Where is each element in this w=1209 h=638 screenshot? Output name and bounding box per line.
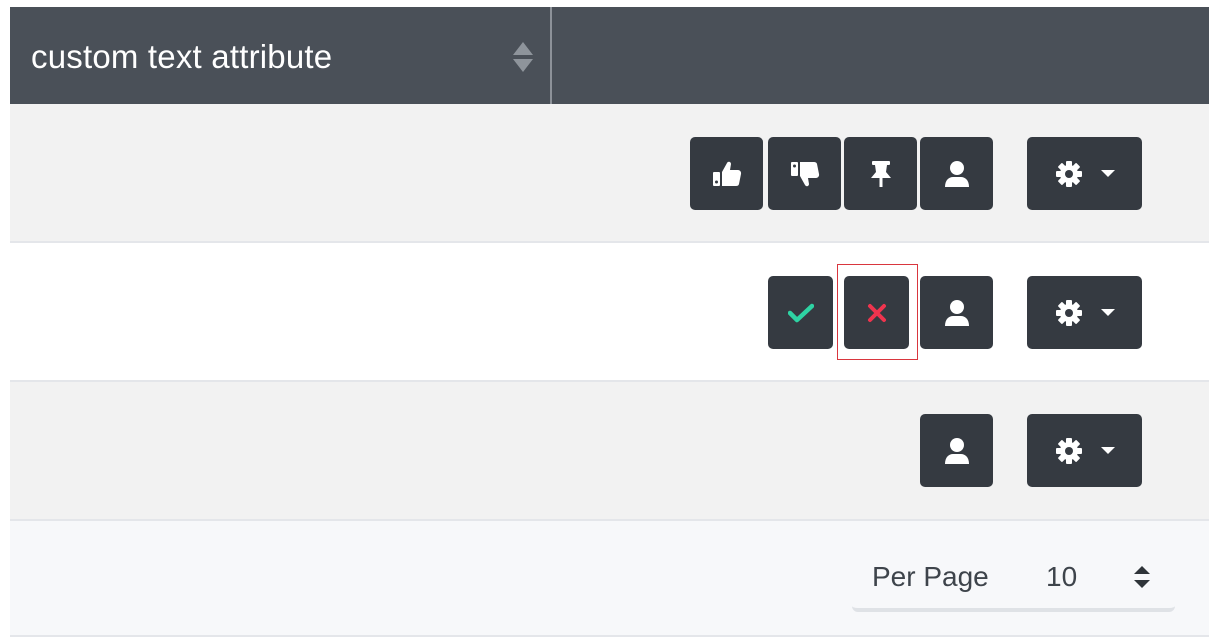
like-button[interactable] bbox=[690, 137, 763, 210]
per-page-label: Per Page bbox=[872, 561, 989, 592]
settings-dropdown-button[interactable] bbox=[1027, 137, 1142, 210]
reject-button[interactable] bbox=[844, 276, 909, 349]
user-button[interactable] bbox=[920, 414, 993, 487]
column-header-label: custom text attribute bbox=[31, 38, 333, 75]
table-footer: Per Page 10 bbox=[10, 521, 1209, 637]
sort-icon[interactable] bbox=[512, 41, 534, 73]
table-row bbox=[10, 243, 1209, 382]
column-header-custom-text-attribute[interactable]: custom text attribute bbox=[10, 7, 552, 104]
per-page-value: 10 bbox=[1046, 561, 1078, 592]
gear-icon bbox=[1055, 160, 1083, 188]
thumbs-down-icon bbox=[790, 160, 820, 188]
user-button[interactable] bbox=[920, 276, 993, 349]
settings-dropdown-button[interactable] bbox=[1027, 276, 1142, 349]
chevron-down-icon bbox=[1100, 170, 1115, 177]
chevron-down-icon bbox=[1100, 447, 1115, 454]
table-row bbox=[10, 382, 1209, 521]
gear-icon bbox=[1055, 437, 1083, 465]
dislike-button[interactable] bbox=[768, 137, 841, 210]
per-page-select[interactable]: Per Page 10 bbox=[852, 546, 1175, 612]
table-row bbox=[10, 104, 1209, 243]
user-icon bbox=[944, 437, 970, 465]
user-icon bbox=[944, 299, 970, 327]
approve-button[interactable] bbox=[768, 276, 833, 349]
user-icon bbox=[944, 160, 970, 188]
user-button[interactable] bbox=[920, 137, 993, 210]
check-icon bbox=[787, 303, 814, 323]
pin-icon bbox=[870, 160, 892, 188]
table-container: custom text attribute Per Page 10 bbox=[0, 0, 1209, 638]
select-arrows-icon bbox=[1132, 562, 1152, 592]
close-icon bbox=[867, 303, 887, 323]
chevron-down-icon bbox=[1100, 309, 1115, 316]
thumbs-up-icon bbox=[712, 160, 742, 188]
gear-icon bbox=[1055, 299, 1083, 327]
settings-dropdown-button[interactable] bbox=[1027, 414, 1142, 487]
table-header: custom text attribute bbox=[10, 7, 1209, 104]
pin-button[interactable] bbox=[844, 137, 917, 210]
